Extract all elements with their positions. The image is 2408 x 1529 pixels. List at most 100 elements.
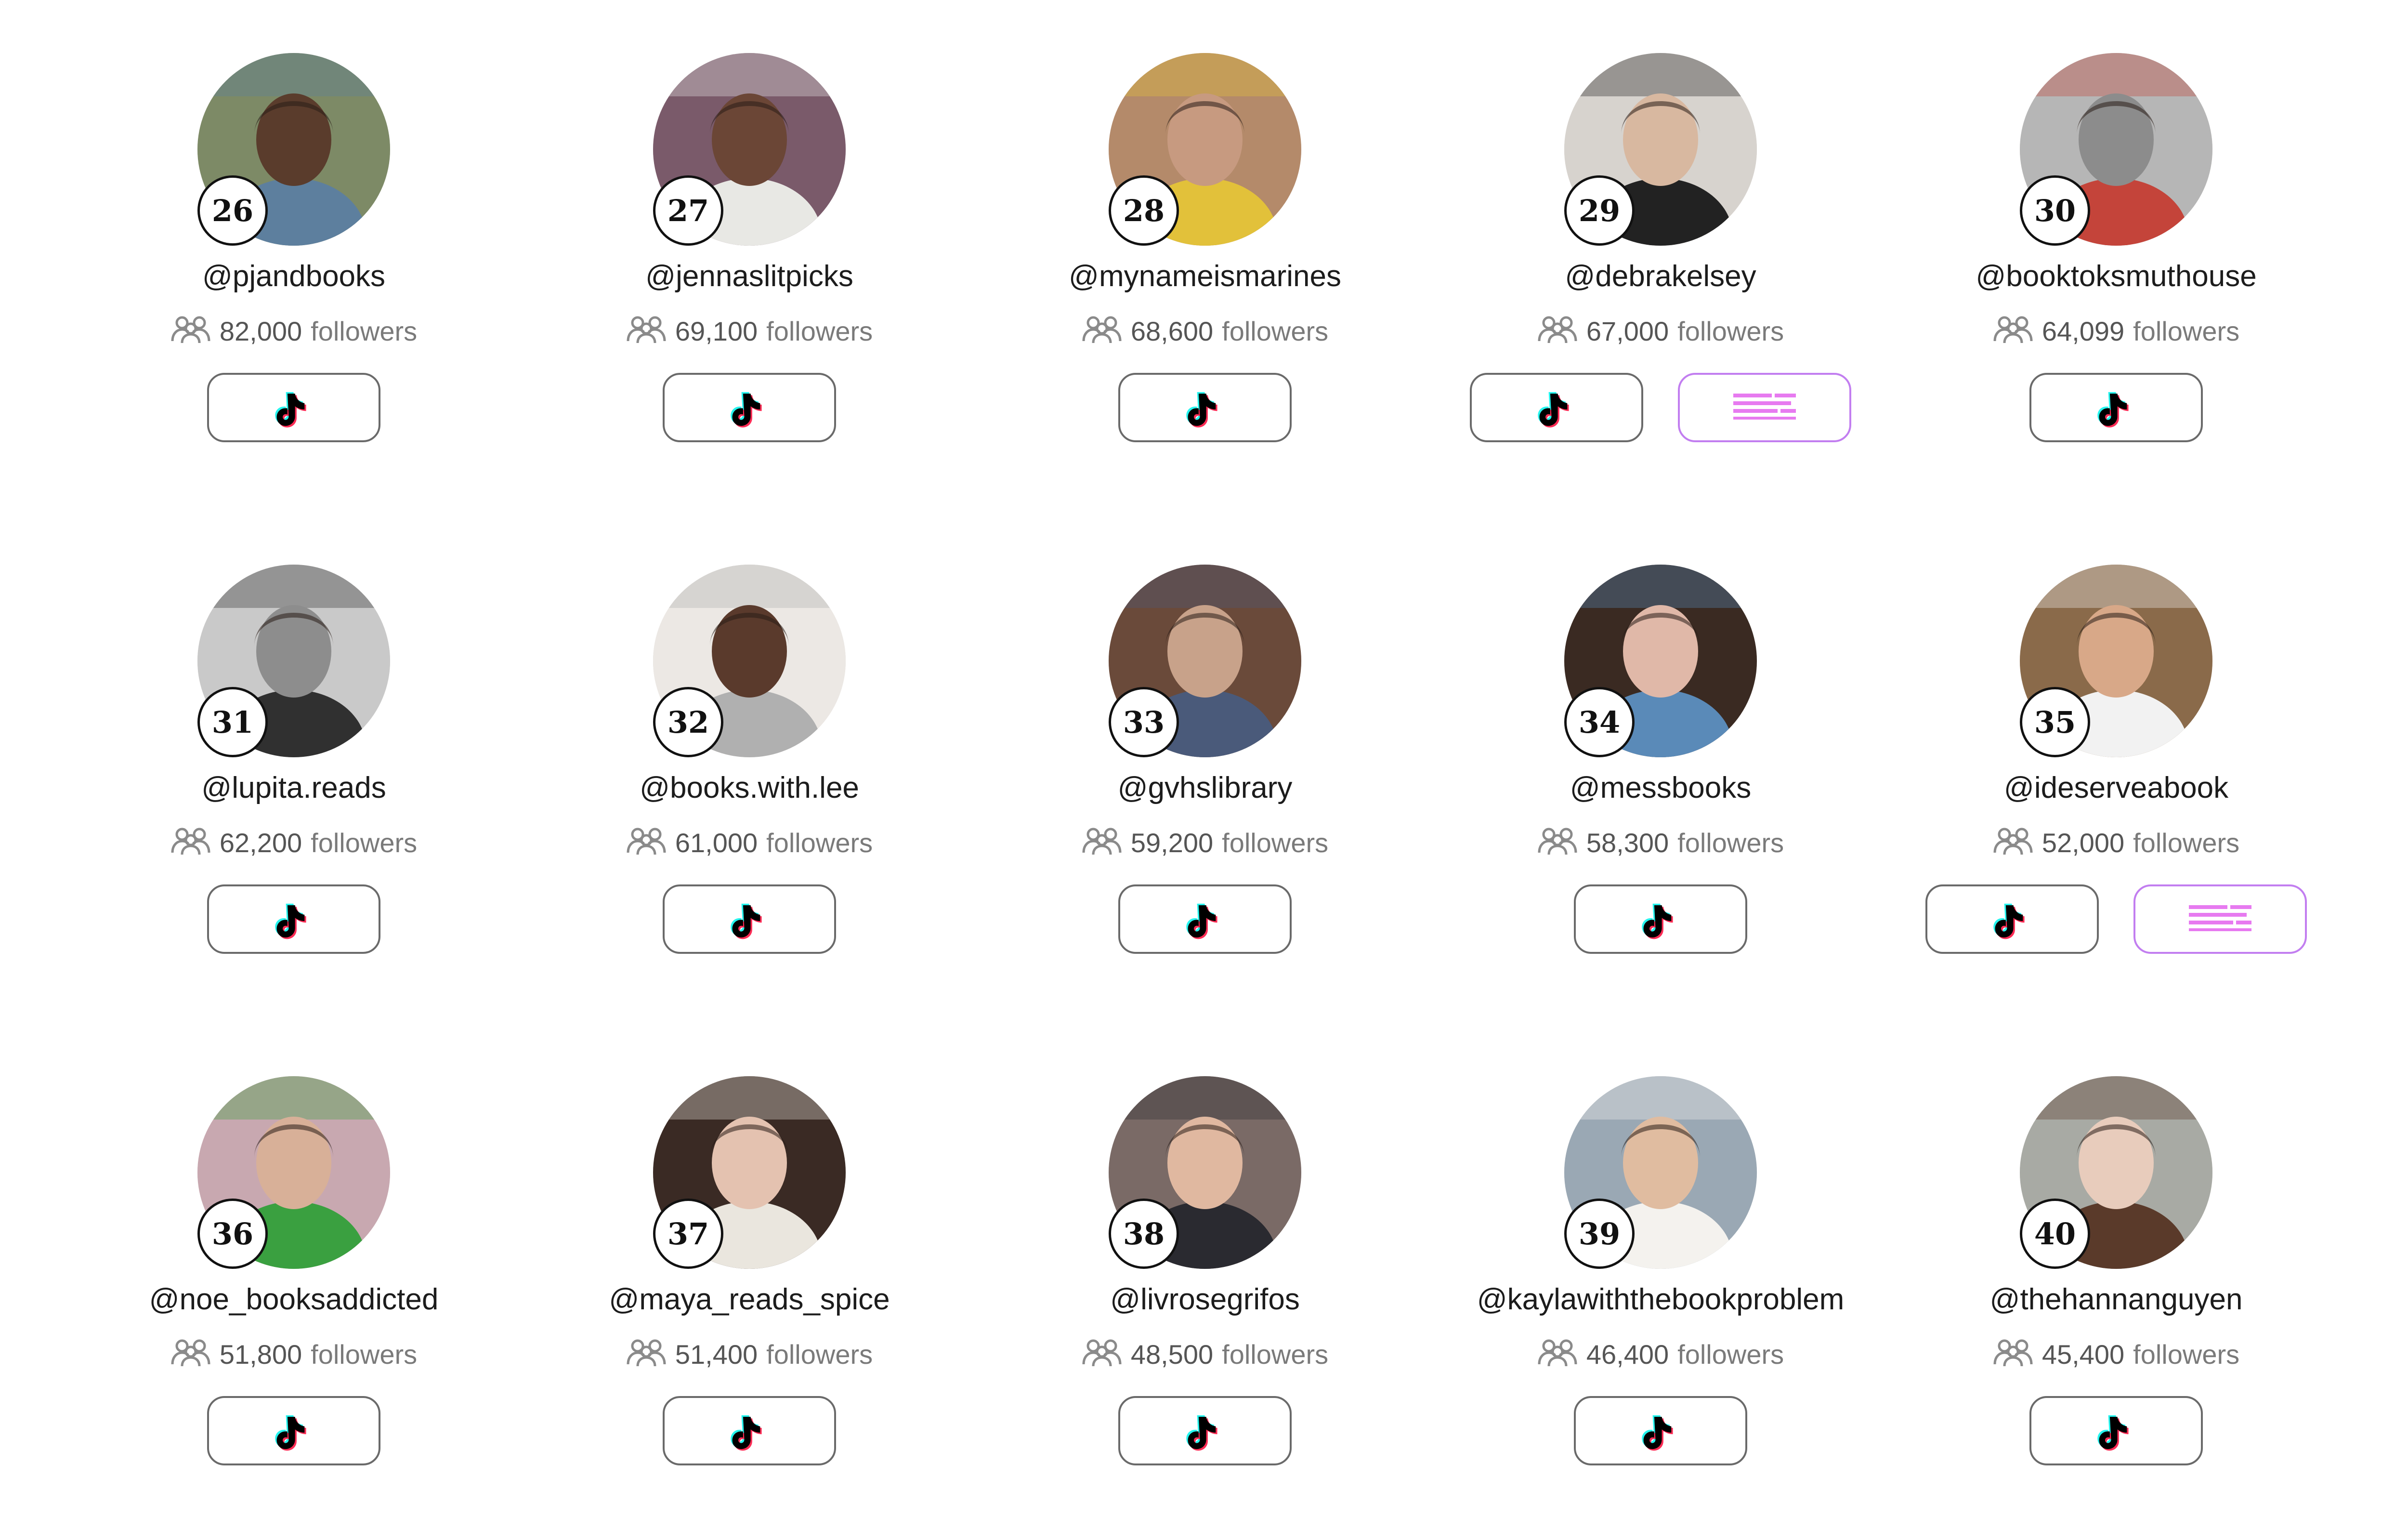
creator-handle[interactable]: @lupita.reads [48, 771, 539, 805]
link-buttons [959, 373, 1451, 442]
creator-handle[interactable]: @livrosegrifos [959, 1282, 1451, 1317]
creator-card: 32 @books.with.lee 61,000 followers [504, 565, 937, 1017]
rank-badge: 33 [1109, 687, 1179, 757]
rank-badge: 30 [2020, 175, 2090, 246]
link-buttons [1415, 373, 1906, 442]
follower-stats: 64,099 followers [1871, 313, 2362, 349]
follower-stats: 61,000 followers [504, 825, 995, 861]
tiktok-button[interactable] [207, 1396, 380, 1465]
rank-badge: 40 [2020, 1199, 2090, 1269]
follower-stats: 68,600 followers [959, 313, 1451, 349]
follower-stats: 48,500 followers [959, 1336, 1451, 1372]
tiktok-button[interactable] [2029, 373, 2203, 442]
creator-card: 40 @thehannanguyen 45,400 followers [1871, 1076, 2304, 1529]
followers-label: followers [1222, 1339, 1329, 1370]
tiktok-button[interactable] [1118, 1396, 1292, 1465]
avatar-wrap: 37 [653, 1076, 846, 1269]
followers-label: followers [1677, 1339, 1784, 1370]
follower-count: 69,100 [675, 316, 758, 346]
tiktok-button[interactable] [1574, 1396, 1747, 1465]
followers-label: followers [311, 828, 418, 858]
follower-count: 51,800 [219, 1339, 302, 1370]
people-group-icon [626, 825, 667, 861]
follower-stats: 69,100 followers [504, 313, 995, 349]
creator-handle[interactable]: @thehannanguyen [1871, 1282, 2362, 1317]
creator-handle[interactable]: @noe_booksaddicted [48, 1282, 539, 1317]
follower-stats: 58,300 followers [1415, 825, 1906, 861]
creator-card: 35 @ideserveabook 52,000 followers [1871, 565, 2307, 1017]
follower-stats: 45,400 followers [1871, 1336, 2362, 1372]
tiktok-button[interactable] [663, 1396, 836, 1465]
link-buttons [1871, 884, 2362, 954]
tiktok-button[interactable] [663, 373, 836, 442]
tiktok-button[interactable] [1470, 373, 1643, 442]
bars-logo-icon [2184, 902, 2256, 936]
follower-count: 68,600 [1130, 316, 1214, 346]
creator-handle[interactable]: @messbooks [1415, 771, 1906, 805]
rank-badge: 32 [653, 687, 723, 757]
rank-badge: 31 [197, 687, 268, 757]
link-buttons [504, 373, 995, 442]
avatar-wrap: 30 [2020, 53, 2212, 246]
creator-handle[interactable]: @kaylawiththebookproblem [1415, 1282, 1906, 1317]
creator-grid: 26 @pjandbooks 82,000 followers 27 @jenn… [0, 0, 2408, 1465]
avatar-wrap: 40 [2020, 1076, 2212, 1269]
tiktok-button[interactable] [2029, 1396, 2203, 1465]
tiktok-icon [274, 387, 314, 428]
creator-card: 31 @lupita.reads 62,200 followers [48, 565, 482, 1017]
followers-label: followers [2133, 1339, 2240, 1370]
people-group-icon [1082, 313, 1122, 349]
avatar-wrap: 39 [1564, 1076, 1757, 1269]
creator-card: 33 @gvhslibrary 59,200 followers [959, 565, 1393, 1017]
tiktok-button[interactable] [207, 373, 380, 442]
link-buttons [48, 373, 539, 442]
avatar-wrap: 38 [1109, 1076, 1301, 1269]
rank-badge: 39 [1564, 1199, 1635, 1269]
creator-handle[interactable]: @gvhslibrary [959, 771, 1451, 805]
avatar-wrap: 31 [197, 565, 390, 757]
followers-label: followers [1677, 316, 1784, 346]
people-group-icon [1082, 825, 1122, 861]
people-group-icon [1993, 313, 2033, 349]
tiktok-button[interactable] [1574, 884, 1747, 954]
secondary-link-button[interactable] [2133, 884, 2307, 954]
tiktok-button[interactable] [663, 884, 836, 954]
followers-label: followers [311, 316, 418, 346]
follower-count: 64,099 [2042, 316, 2125, 346]
rank-badge: 29 [1564, 175, 1635, 246]
creator-card: 36 @noe_booksaddicted 51,800 followers [48, 1076, 482, 1529]
followers-label: followers [1677, 828, 1784, 858]
avatar-wrap: 28 [1109, 53, 1301, 246]
creator-handle[interactable]: @books.with.lee [504, 771, 995, 805]
people-group-icon [170, 313, 211, 349]
tiktok-icon [1536, 387, 1577, 428]
creator-handle[interactable]: @ideserveabook [1871, 771, 2362, 805]
rank-badge: 37 [653, 1199, 723, 1269]
creator-handle[interactable]: @jennaslitpicks [504, 259, 995, 293]
avatar-wrap: 26 [197, 53, 390, 246]
creator-handle[interactable]: @pjandbooks [48, 259, 539, 293]
people-group-icon [1993, 1336, 2033, 1372]
creator-handle[interactable]: @booktoksmuthouse [1871, 259, 2362, 293]
tiktok-icon [2096, 387, 2136, 428]
follower-stats: 51,800 followers [48, 1336, 539, 1372]
people-group-icon [170, 825, 211, 861]
tiktok-button[interactable] [207, 884, 380, 954]
creator-card: 30 @booktoksmuthouse 64,099 followers [1871, 53, 2304, 506]
tiktok-icon [1185, 899, 1225, 939]
follower-count: 58,300 [1586, 828, 1669, 858]
tiktok-button[interactable] [1118, 373, 1292, 442]
tiktok-icon [729, 899, 770, 939]
secondary-link-button[interactable] [1678, 373, 1851, 442]
people-group-icon [626, 313, 667, 349]
link-buttons [1871, 1396, 2362, 1465]
creator-handle[interactable]: @maya_reads_spice [504, 1282, 995, 1317]
tiktok-icon [2096, 1410, 2136, 1451]
tiktok-icon [1185, 387, 1225, 428]
creator-handle[interactable]: @mynameismarines [959, 259, 1451, 293]
creator-handle[interactable]: @debrakelsey [1415, 259, 1906, 293]
follower-stats: 46,400 followers [1415, 1336, 1906, 1372]
creator-card: 39 @kaylawiththebookproblem 46,400 follo… [1415, 1076, 1848, 1529]
tiktok-button[interactable] [1118, 884, 1292, 954]
tiktok-button[interactable] [1925, 884, 2099, 954]
